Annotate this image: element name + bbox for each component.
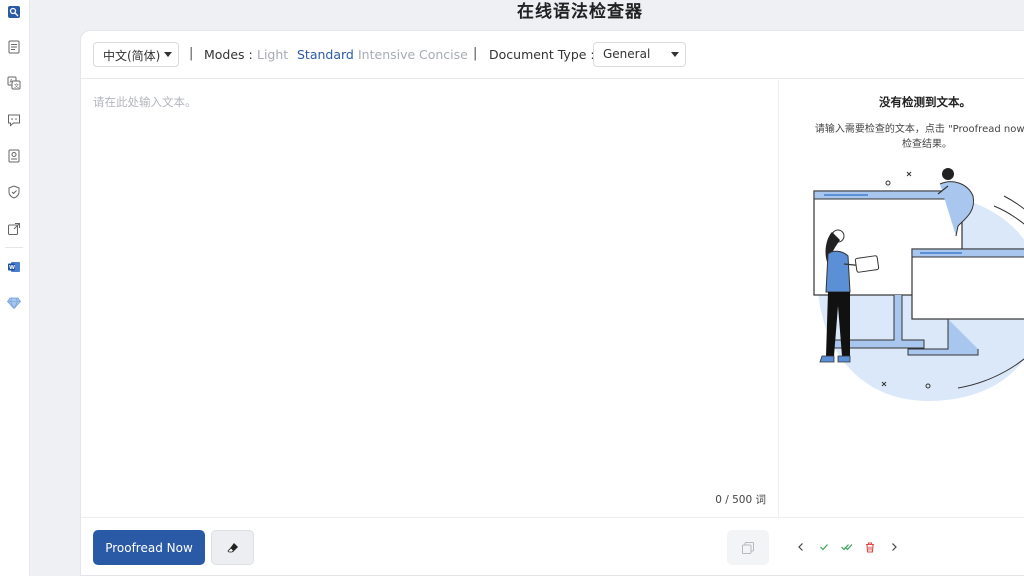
- mode-concise[interactable]: Concise: [419, 47, 468, 62]
- caret-down-icon: [671, 52, 679, 57]
- document-type-value: General: [603, 47, 651, 61]
- svg-text:W: W: [9, 265, 15, 271]
- accept-all-icon[interactable]: [840, 540, 854, 554]
- language-select[interactable]: 中文(简体): [93, 42, 179, 67]
- caret-down-icon: [164, 52, 172, 57]
- sidebar-rail: A文 W: [0, 0, 30, 576]
- accept-check-icon[interactable]: [817, 540, 831, 554]
- svg-text:文: 文: [14, 83, 19, 90]
- external-link-icon[interactable]: [6, 221, 22, 237]
- document-icon[interactable]: [6, 39, 22, 55]
- word-count: 0 / 500 词: [715, 494, 766, 506]
- id-card-icon[interactable]: [6, 148, 22, 164]
- mode-intensive[interactable]: Intensive: [358, 47, 415, 62]
- page-title: 在线语法检查器: [517, 2, 643, 22]
- shield-icon[interactable]: [6, 184, 22, 200]
- toolbar: 中文(简体) | Modes : Light Standard Intensiv…: [81, 31, 1024, 79]
- results-description: 请输入需要检查的文本，点击 "Proofread now"， 检查结果。: [796, 122, 1024, 152]
- diamond-icon[interactable]: [6, 295, 22, 311]
- chat-icon[interactable]: [6, 112, 22, 128]
- chevron-left-icon[interactable]: [794, 540, 808, 554]
- footer-bar: Proofread Now: [81, 517, 1024, 576]
- language-select-value: 中文(简体): [103, 49, 161, 63]
- grammar-checker-icon[interactable]: [6, 4, 22, 20]
- results-description-line: 请输入需要检查的文本，点击 "Proofread now"，: [814, 124, 1024, 135]
- word-icon[interactable]: W: [6, 259, 22, 275]
- text-editor-pane: 0 / 500 词: [81, 80, 779, 517]
- empty-state-illustration: [813, 168, 1024, 401]
- grammar-checker-card: 中文(简体) | Modes : Light Standard Intensiv…: [80, 30, 1024, 576]
- chevron-right-icon[interactable]: [887, 540, 901, 554]
- separator: |: [473, 46, 478, 61]
- mode-standard[interactable]: Standard: [297, 47, 354, 62]
- results-pane: 没有检测到文本。 请输入需要检查的文本，点击 "Proofread now"， …: [780, 80, 1024, 517]
- results-description-line: 检查结果。: [902, 139, 952, 150]
- svg-text:A: A: [10, 79, 14, 85]
- mode-light[interactable]: Light: [257, 47, 288, 62]
- sidebar-divider: [5, 247, 23, 248]
- results-title: 没有检测到文本。: [879, 95, 971, 109]
- clear-text-button[interactable]: [211, 530, 254, 565]
- modes-label: Modes :: [204, 47, 253, 62]
- proofread-now-button[interactable]: Proofread Now: [93, 530, 205, 565]
- eraser-icon: [226, 542, 238, 552]
- document-type-select[interactable]: General: [593, 42, 686, 67]
- separator: |: [189, 46, 194, 61]
- copy-button[interactable]: [727, 530, 769, 565]
- delete-icon[interactable]: [863, 540, 877, 554]
- copy-icon: [742, 541, 754, 554]
- text-input[interactable]: [93, 94, 763, 474]
- translate-icon[interactable]: A文: [6, 75, 22, 91]
- document-type-label: Document Type :: [489, 47, 595, 62]
